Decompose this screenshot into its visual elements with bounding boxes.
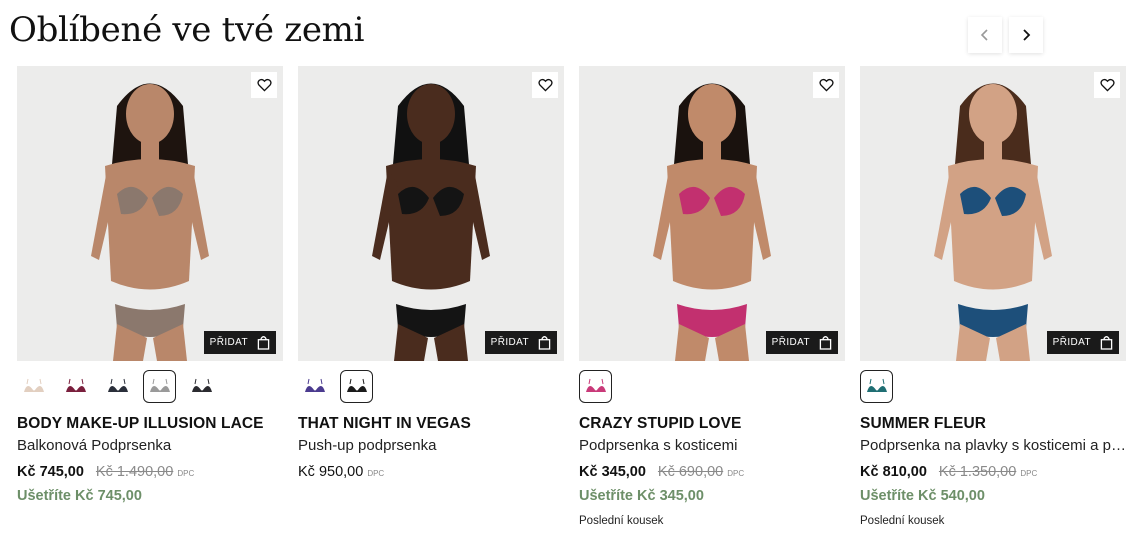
carousel-prev-button[interactable] — [968, 17, 1002, 53]
current-price: Kč 345,00 — [579, 464, 646, 480]
product-subtitle: Podprsenka s kosticemi — [579, 437, 738, 454]
bra-thumbnail-icon — [304, 378, 325, 392]
color-swatch[interactable] — [143, 369, 176, 403]
bra-thumbnail-icon — [107, 378, 128, 392]
price-row: Kč 345,00 Kč 690,00 DPC — [579, 464, 845, 480]
bra-thumbnail-icon — [585, 378, 606, 392]
chevron-left-icon — [980, 29, 988, 41]
add-to-bag-button[interactable]: PŘIDAT — [1046, 331, 1119, 354]
add-to-bag-label: PŘIDAT — [209, 337, 248, 348]
color-swatch[interactable] — [17, 370, 50, 403]
current-price: Kč 745,00 — [17, 464, 84, 480]
heart-icon — [1099, 78, 1115, 92]
price-row: Kč 810,00 Kč 1.350,00 DPC — [860, 464, 1126, 480]
price-tag: DPC — [727, 469, 745, 478]
model-photo-image — [17, 66, 283, 361]
product-photo[interactable]: PŘIDAT — [860, 66, 1126, 361]
shopping-bag-icon — [1100, 336, 1113, 350]
add-to-bag-button[interactable]: PŘIDAT — [203, 331, 276, 354]
color-swatch[interactable] — [59, 370, 92, 403]
color-swatch[interactable] — [185, 370, 218, 403]
model-photo-image — [860, 66, 1126, 361]
wishlist-button[interactable] — [532, 72, 558, 98]
product-name[interactable]: SUMMER FLEUR — [860, 415, 1126, 433]
old-price: Kč 690,00 — [657, 464, 724, 480]
add-to-bag-label: PŘIDAT — [1052, 337, 1091, 348]
color-swatches — [298, 369, 564, 403]
color-swatches — [860, 369, 1126, 403]
old-price: Kč 1.490,00 — [95, 464, 174, 480]
price-tag: DPC — [367, 469, 385, 478]
product-subtitle: Push-up podprsenka — [298, 437, 437, 454]
wishlist-button[interactable] — [1094, 72, 1120, 98]
product-photo[interactable]: PŘIDAT — [579, 66, 845, 361]
current-price: Kč 950,00 — [298, 464, 364, 480]
product-subtitle: Balkonová Podprsenka — [17, 437, 172, 454]
color-swatch[interactable] — [101, 370, 134, 403]
product-card[interactable]: PŘIDAT BODY MAKE-UP ILLUSION LACE Balkon… — [17, 66, 283, 504]
color-swatch[interactable] — [579, 369, 612, 403]
heart-icon — [818, 78, 834, 92]
price-row: Kč 950,00 DPC — [298, 464, 564, 480]
model-photo-image — [298, 66, 564, 361]
model-photo-image — [579, 66, 845, 361]
color-swatch[interactable] — [340, 369, 373, 403]
last-piece-label: Poslední kousek — [860, 515, 945, 527]
saving-text: Ušetříte Kč 345,00 — [579, 488, 704, 504]
product-name[interactable]: CRAZY STUPID LOVE — [579, 415, 845, 433]
product-name[interactable]: THAT NIGHT IN VEGAS — [298, 415, 564, 433]
color-swatch[interactable] — [860, 369, 893, 403]
product-name[interactable]: BODY MAKE-UP ILLUSION LACE — [17, 415, 283, 433]
heart-icon — [537, 78, 553, 92]
last-piece-label: Poslední kousek — [579, 515, 664, 527]
price-tag: DPC — [177, 469, 195, 478]
chevron-right-icon — [1023, 29, 1031, 41]
bra-thumbnail-icon — [191, 378, 212, 392]
add-to-bag-label: PŘIDAT — [490, 337, 529, 348]
add-to-bag-label: PŘIDAT — [771, 337, 810, 348]
product-card[interactable]: PŘIDAT SUMMER FLEUR Podprsenka na plavky… — [860, 66, 1126, 527]
product-card[interactable]: PŘIDAT THAT NIGHT IN VEGAS Push-up podpr… — [298, 66, 564, 480]
bra-thumbnail-icon — [23, 378, 44, 392]
add-to-bag-button[interactable]: PŘIDAT — [765, 331, 838, 354]
heart-icon — [256, 78, 272, 92]
current-price: Kč 810,00 — [860, 464, 927, 480]
bra-thumbnail-icon — [65, 378, 86, 392]
old-price: Kč 1.350,00 — [938, 464, 1017, 480]
bra-thumbnail-icon — [346, 378, 367, 392]
shopping-bag-icon — [257, 336, 270, 350]
product-subtitle: Podprsenka na plavky s kosticemi a po… — [860, 437, 1126, 454]
shopping-bag-icon — [538, 336, 551, 350]
color-swatches — [579, 369, 845, 403]
price-row: Kč 745,00 Kč 1.490,00 DPC — [17, 464, 283, 480]
product-card[interactable]: PŘIDAT CRAZY STUPID LOVE Podprsenka s ko… — [579, 66, 845, 527]
add-to-bag-button[interactable]: PŘIDAT — [484, 331, 557, 354]
wishlist-button[interactable] — [813, 72, 839, 98]
carousel-next-button[interactable] — [1009, 17, 1043, 53]
bra-thumbnail-icon — [149, 378, 170, 392]
section-title: Oblíbené ve tvé zemi — [9, 10, 365, 50]
product-photo[interactable]: PŘIDAT — [17, 66, 283, 361]
product-photo[interactable]: PŘIDAT — [298, 66, 564, 361]
saving-text: Ušetříte Kč 540,00 — [860, 488, 985, 504]
bra-thumbnail-icon — [866, 378, 887, 392]
color-swatches — [17, 369, 283, 403]
shopping-bag-icon — [819, 336, 832, 350]
wishlist-button[interactable] — [251, 72, 277, 98]
saving-text: Ušetříte Kč 745,00 — [17, 488, 142, 504]
color-swatch[interactable] — [298, 370, 331, 403]
price-tag: DPC — [1020, 469, 1038, 478]
